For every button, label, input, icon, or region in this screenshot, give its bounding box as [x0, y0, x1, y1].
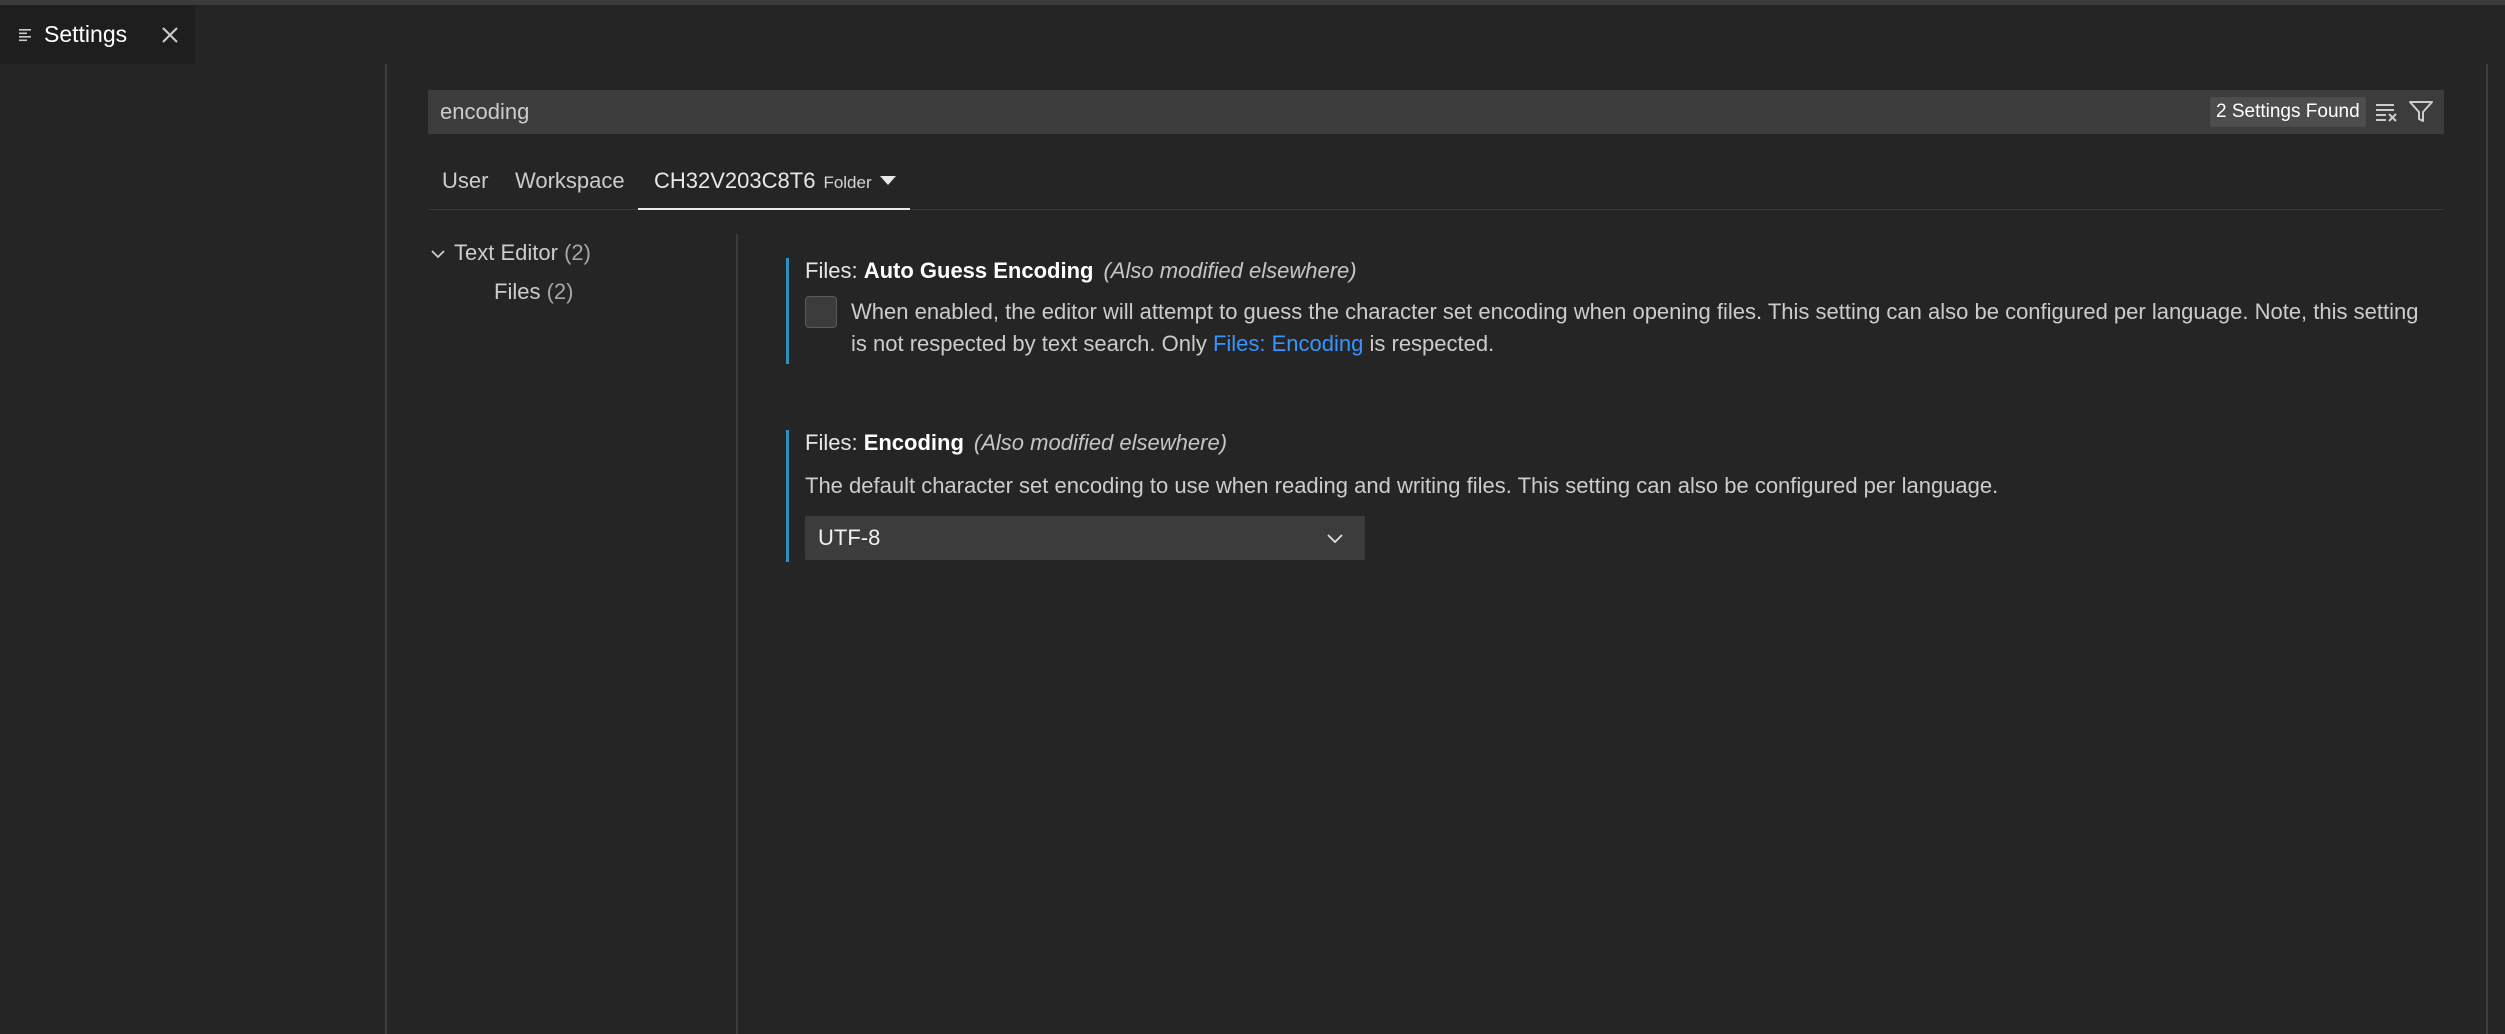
settings-search-box: 2 Settings Found: [428, 90, 2444, 134]
caret-down-icon[interactable]: [879, 175, 896, 185]
setting-auto-guess-encoding: Files: Auto Guess Encoding (Also modified…: [786, 258, 2446, 364]
files-encoding-link[interactable]: Files: Encoding: [1213, 331, 1363, 356]
setting-title: Files: Auto Guess Encoding (Also modified…: [805, 258, 1357, 284]
setting-category: Files:: [805, 430, 864, 455]
results-count-badge: 2 Settings Found: [2210, 97, 2366, 127]
toc-count: (2): [546, 279, 574, 304]
scrollbar-track[interactable]: [2486, 64, 2488, 1034]
toc-item-files[interactable]: Files (2): [494, 279, 573, 305]
tab-user[interactable]: User: [442, 160, 488, 210]
setting-category: Files:: [805, 258, 864, 283]
toc-label: Text Editor: [454, 240, 558, 265]
setting-description: The default character set encoding to us…: [805, 473, 1999, 498]
setting-encoding: Files: Encoding (Also modified elsewhere)…: [786, 430, 2446, 562]
select-value: UTF-8: [818, 525, 881, 550]
description-text: When enabled, the editor will attempt to…: [851, 299, 2419, 356]
settings-scope-tabs: User Workspace CH32V203C8T6 Folder: [428, 160, 2444, 210]
toc-label: Files: [494, 279, 541, 304]
tab-workspace[interactable]: Workspace: [515, 160, 625, 210]
description-text: is respected.: [1363, 331, 1495, 356]
left-empty-pane: [0, 64, 385, 1034]
settings-editor-icon: [18, 27, 34, 43]
toc-count: (2): [564, 240, 591, 265]
chevron-down-icon[interactable]: [428, 244, 448, 264]
close-icon[interactable]: [160, 25, 180, 45]
tab-folder[interactable]: CH32V203C8T6 Folder: [638, 160, 910, 210]
setting-name: Auto Guess Encoding: [863, 258, 1094, 283]
setting-title: Files: Encoding (Also modified elsewhere): [805, 430, 1227, 456]
modified-elsewhere-link[interactable]: (Also modified elsewhere): [974, 430, 1227, 455]
setting-name: Encoding: [863, 430, 964, 455]
settings-toc: Text Editor (2) Files (2): [428, 232, 728, 352]
tab-label: Settings: [44, 21, 128, 47]
pane-divider[interactable]: [385, 64, 387, 1034]
folder-name: CH32V203C8T6: [654, 168, 816, 193]
filter-icon[interactable]: [2408, 99, 2434, 125]
chevron-down-icon: [1325, 528, 1345, 548]
toc-item-text-editor[interactable]: Text Editor (2): [431, 240, 591, 266]
auto-guess-encoding-checkbox[interactable]: [805, 296, 837, 328]
modified-elsewhere-link[interactable]: (Also modified elsewhere): [1103, 258, 1356, 283]
search-input[interactable]: [440, 90, 2140, 134]
editor-tab-bar: Settings: [0, 5, 2505, 64]
setting-description: When enabled, the editor will attempt to…: [851, 296, 2431, 360]
tab-settings[interactable]: Settings: [0, 5, 197, 64]
encoding-select[interactable]: UTF-8: [805, 516, 1365, 560]
toc-divider: [736, 234, 738, 1034]
clear-filter-icon[interactable]: [2374, 100, 2402, 124]
folder-label: Folder: [823, 173, 872, 192]
